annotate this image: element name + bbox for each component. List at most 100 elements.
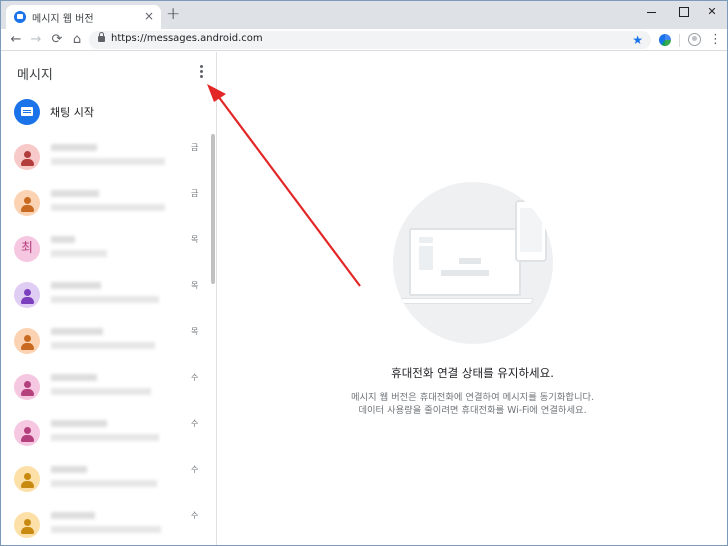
browser-window: 메시지 웹 버전 × + ✕ ← → ⟳ ⌂ https://messages.… <box>0 0 728 546</box>
conversation-item[interactable]: 최목 <box>1 226 206 272</box>
start-chat-button[interactable]: 채팅 시작 <box>1 96 215 128</box>
conversation-list: 금금최목목목수수수수 <box>1 134 215 545</box>
url-text[interactable]: https://messages.android.com <box>111 33 263 44</box>
conversation-sidebar: 메시지 채팅 시작 금금최목목목수수수수 <box>1 52 217 545</box>
title-bar: 메시지 웹 버전 × + ✕ <box>1 1 727 29</box>
avatar <box>14 144 40 170</box>
forward-icon[interactable]: → <box>27 31 45 49</box>
avatar <box>14 328 40 354</box>
connection-description-line1: 메시지 웹 버전은 휴대전화에 연결하여 메시지를 동기화합니다. <box>350 392 595 403</box>
start-chat-label: 채팅 시작 <box>50 106 94 119</box>
more-options-icon[interactable] <box>196 63 206 79</box>
blurred-message-snippet <box>51 526 161 533</box>
blurred-contact-name <box>51 190 99 197</box>
conversation-item[interactable]: 수 <box>1 502 206 545</box>
blurred-contact-name <box>51 420 107 427</box>
conversation-date: 목 <box>191 327 199 336</box>
avatar <box>14 282 40 308</box>
lock-icon[interactable] <box>98 32 105 42</box>
main-panel: 휴대전화 연결 상태를 유지하세요. 메시지 웹 버전은 휴대전화에 연결하여 … <box>218 52 727 545</box>
conversation-item[interactable]: 금 <box>1 134 206 180</box>
reload-icon[interactable]: ⟳ <box>48 31 66 49</box>
minimize-button[interactable] <box>637 2 667 22</box>
blurred-message-snippet <box>51 158 165 165</box>
sidebar-scrollbar[interactable] <box>211 134 215 284</box>
conversation-date: 금 <box>191 143 199 152</box>
toolbar-divider <box>679 34 680 47</box>
messages-app: 메시지 채팅 시작 금금최목목목수수수수 휴대전화 연결 상태를 유지하세요. … <box>1 52 727 545</box>
browser-tab[interactable]: 메시지 웹 버전 × <box>6 5 161 29</box>
connection-heading: 휴대전화 연결 상태를 유지하세요. <box>391 366 554 380</box>
browser-toolbar: ← → ⟳ ⌂ https://messages.android.com ★ ⋮ <box>1 29 727 51</box>
laptop-phone-illustration <box>393 182 553 344</box>
conversation-date: 목 <box>191 235 199 244</box>
connection-description-line2: 데이터 사용량을 줄이려면 휴대전화를 Wi-Fi에 연결하세요. <box>358 405 587 416</box>
person-icon-body <box>21 159 34 166</box>
laptop-illustration <box>409 228 521 296</box>
avatar <box>14 190 40 216</box>
person-icon <box>24 335 31 342</box>
messages-favicon-icon <box>14 11 26 23</box>
person-icon-body <box>21 481 34 488</box>
tab-title: 메시지 웹 버전 <box>32 14 94 25</box>
maximize-button[interactable] <box>669 2 699 22</box>
conversation-item[interactable]: 목 <box>1 318 206 364</box>
laptop-base-illustration <box>401 298 533 304</box>
person-icon-body <box>21 343 34 350</box>
person-icon <box>24 197 31 204</box>
conversation-item[interactable]: 금 <box>1 180 206 226</box>
conversation-date: 수 <box>191 465 199 474</box>
extension-icon[interactable] <box>659 34 671 46</box>
conversation-date: 수 <box>191 373 199 382</box>
blurred-contact-name <box>51 466 87 473</box>
blurred-message-snippet <box>51 480 157 487</box>
avatar <box>14 420 40 446</box>
person-icon-body <box>21 297 34 304</box>
person-icon-body <box>21 527 34 534</box>
conversation-item[interactable]: 수 <box>1 456 206 502</box>
blurred-contact-name <box>51 282 101 289</box>
conversation-date: 수 <box>191 419 199 428</box>
tab-close-icon[interactable]: × <box>144 8 154 24</box>
avatar <box>14 512 40 538</box>
conversation-date: 금 <box>191 189 199 198</box>
person-icon <box>24 519 31 526</box>
blurred-contact-name <box>51 374 97 381</box>
blurred-contact-name <box>51 144 97 151</box>
home-icon[interactable]: ⌂ <box>68 31 86 49</box>
window-close-button[interactable]: ✕ <box>697 2 727 22</box>
person-icon <box>24 289 31 296</box>
avatar <box>14 466 40 492</box>
blurred-message-snippet <box>51 388 151 395</box>
avatar: 최 <box>14 236 40 262</box>
blurred-contact-name <box>51 328 103 335</box>
conversation-date: 목 <box>191 281 199 290</box>
blurred-contact-name <box>51 512 95 519</box>
app-title: 메시지 <box>17 68 53 83</box>
person-icon <box>24 427 31 434</box>
blurred-contact-name <box>51 236 75 243</box>
back-icon[interactable]: ← <box>7 31 25 49</box>
chat-bubble-icon <box>14 99 40 125</box>
conversation-item[interactable]: 수 <box>1 410 206 456</box>
person-icon-body <box>21 389 34 396</box>
blurred-message-snippet <box>51 250 107 257</box>
blurred-message-snippet <box>51 342 155 349</box>
person-icon <box>24 473 31 480</box>
phone-illustration <box>515 200 547 262</box>
person-icon <box>24 381 31 388</box>
person-icon-body <box>21 205 34 212</box>
address-bar[interactable]: https://messages.android.com ★ <box>89 31 651 49</box>
person-icon-body <box>21 435 34 442</box>
conversation-item[interactable]: 목 <box>1 272 206 318</box>
avatar <box>14 374 40 400</box>
person-icon <box>24 151 31 158</box>
bookmark-star-icon[interactable]: ★ <box>632 31 643 49</box>
blurred-message-snippet <box>51 296 159 303</box>
browser-menu-icon[interactable]: ⋮ <box>709 31 722 49</box>
conversation-item[interactable]: 수 <box>1 364 206 410</box>
conversation-date: 수 <box>191 511 199 520</box>
new-tab-button[interactable]: + <box>166 6 180 23</box>
blurred-message-snippet <box>51 434 159 441</box>
profile-icon[interactable] <box>688 33 701 46</box>
